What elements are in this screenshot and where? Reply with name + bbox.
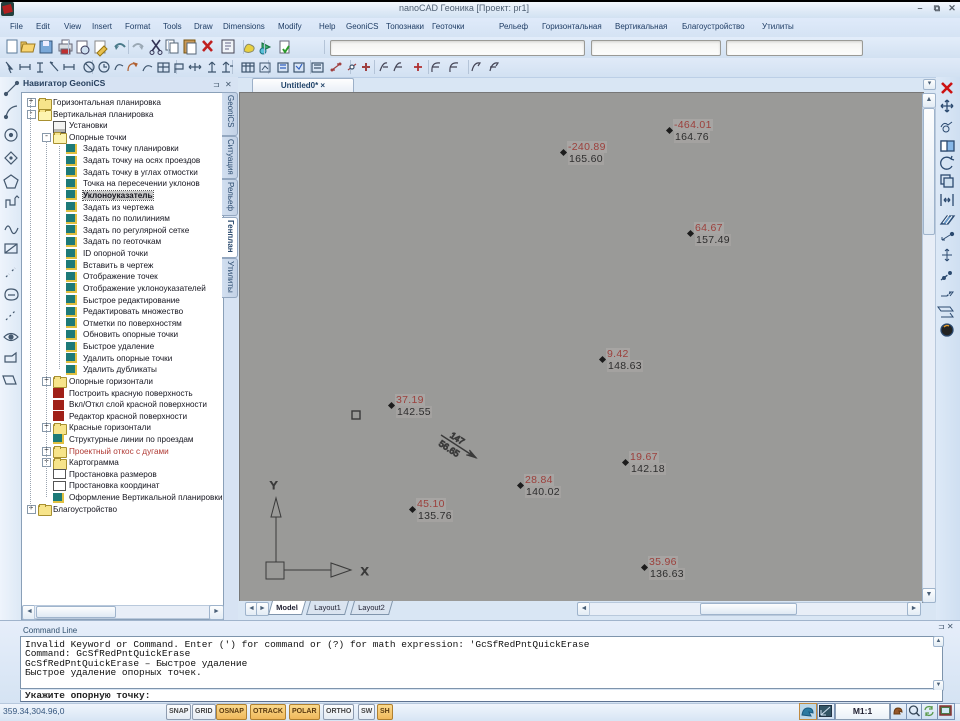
svg-text:X: X [361, 566, 369, 578]
svg-text:Y: Y [270, 480, 278, 492]
